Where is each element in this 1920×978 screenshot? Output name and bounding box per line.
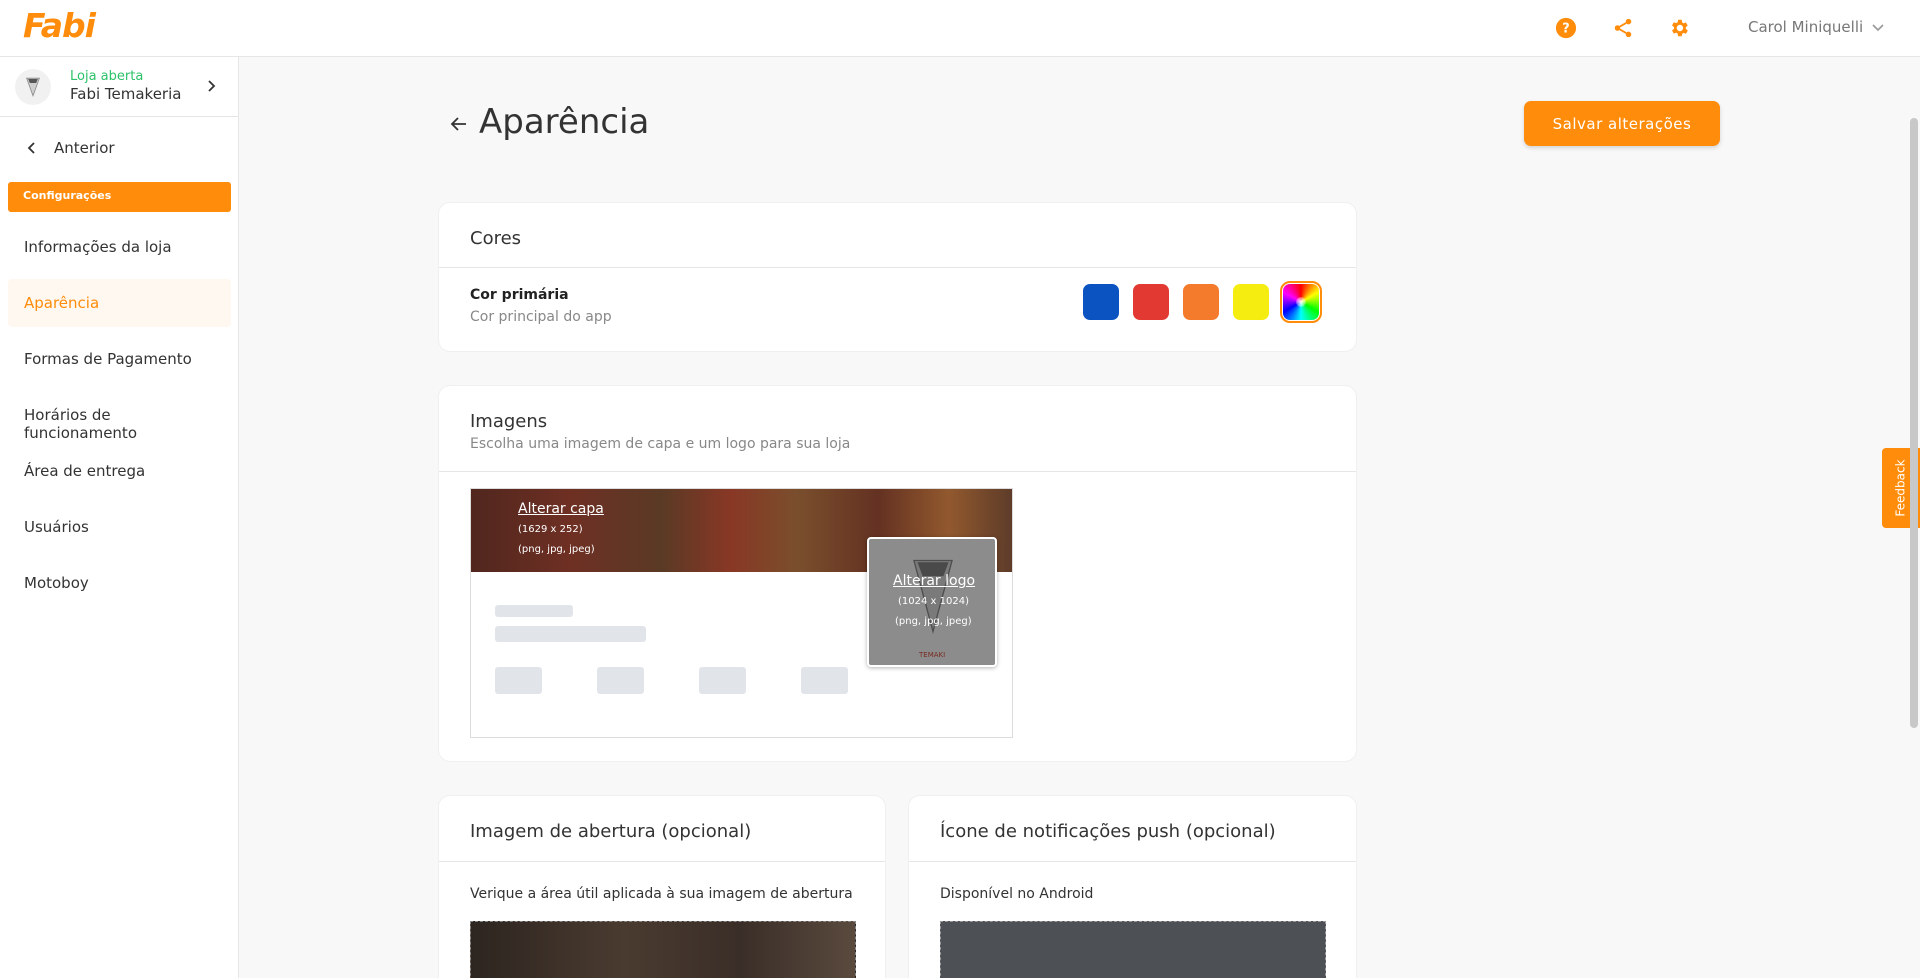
color-wheel-center [1296,297,1306,307]
primary-color-label: Cor primária [470,287,569,303]
cover-formats-text: (png, jpg, jpeg) [518,544,595,555]
colors-card-title: Cores [470,228,522,249]
back-link[interactable]: Anterior [24,139,115,157]
chevron-left-icon [27,142,35,154]
top-bar: Fabi ? Carol Miniquelli [0,0,1920,57]
splash-card: Imagem de abertura (opcional) Verique a … [438,795,886,978]
splash-card-title: Imagem de abertura (opcional) [470,821,752,842]
gear-icon[interactable] [1667,16,1691,40]
user-name: Carol Miniquelli [1748,18,1864,36]
help-icon[interactable]: ? [1554,16,1578,40]
sidebar-item-payment-methods[interactable]: Formas de Pagamento [8,335,231,383]
divider [909,861,1356,862]
change-cover-link[interactable]: Alterar capa [518,501,604,517]
color-swatch-yellow[interactable] [1233,284,1269,320]
images-card-subtitle: Escolha uma imagem de capa e um logo par… [470,436,851,452]
skeleton-line [495,626,646,642]
cover-size-text: (1629 x 252) [518,524,583,535]
temaki-icon [26,77,40,97]
sidebar-item-delivery-area[interactable]: Área de entrega [8,447,231,495]
store-avatar [15,69,51,105]
sidebar-item-users[interactable]: Usuários [8,503,231,551]
divider [439,267,1356,268]
section-badge: Configurações [8,182,231,212]
splash-image-preview[interactable] [470,921,856,978]
change-logo-link[interactable]: Alterar logo [893,573,975,589]
logo-image[interactable]: Alterar logo (1024 x 1024) (png, jpg, jp… [867,537,997,667]
divider [439,471,1356,472]
sidebar-item-opening-hours[interactable]: Horários de funcionamento [8,391,231,442]
push-hint: Disponível no Android [940,886,1094,902]
push-icon-card: Ícone de notificações push (opcional) Di… [908,795,1357,978]
share-icon[interactable] [1611,16,1635,40]
skeleton-chip [699,667,746,694]
splash-hint: Verique a área útil aplicada à sua image… [470,886,853,902]
color-swatch-custom[interactable] [1280,281,1322,323]
app-preview: Alterar capa (1629 x 252) (png, jpg, jpe… [470,488,1013,738]
skeleton-line [495,605,573,617]
skeleton-chip [495,667,542,694]
svg-text:?: ? [1562,22,1569,37]
page-title: Aparência [479,102,650,142]
arrow-left-icon[interactable] [449,114,469,134]
store-status: Loja aberta [70,69,144,84]
logo-formats-text: (png, jpg, jpeg) [895,616,972,627]
images-card: Imagens Escolha uma imagem de capa e um … [438,385,1357,762]
back-link-label: Anterior [54,139,115,157]
skeleton-chip [597,667,644,694]
save-button[interactable]: Salvar alterações [1524,101,1720,146]
color-swatch-red[interactable] [1133,284,1169,320]
brand-logo[interactable]: Fabi [23,6,96,45]
sidebar-item-store-info[interactable]: Informações da loja [8,223,231,271]
skeleton-chip [801,667,848,694]
chevron-down-icon [1872,24,1884,32]
sidebar-item-appearance[interactable]: Aparência [8,279,231,327]
feedback-label: Feedback [1894,459,1908,517]
color-swatch-blue[interactable] [1083,284,1119,320]
colors-card: Cores Cor primária Cor principal do app [438,202,1357,352]
divider [439,861,885,862]
store-selector[interactable]: Loja aberta Fabi Temakeria [0,57,238,117]
user-menu[interactable]: Carol Miniquelli [1748,18,1885,36]
images-card-title: Imagens [470,411,548,432]
sidebar-item-motoboy[interactable]: Motoboy [8,559,231,607]
push-card-title: Ícone de notificações push (opcional) [940,821,1276,842]
scrollbar[interactable] [1910,118,1918,728]
store-name: Fabi Temakeria [70,85,182,103]
color-swatch-orange[interactable] [1183,284,1219,320]
sidebar: Loja aberta Fabi Temakeria Anterior Conf… [0,57,239,978]
logo-size-text: (1024 x 1024) [898,596,969,607]
chevron-right-icon [208,80,216,92]
logo-brand-text: TEMAKI [919,651,946,659]
primary-color-hint: Cor principal do app [470,309,612,325]
push-icon-preview[interactable] [940,921,1326,978]
